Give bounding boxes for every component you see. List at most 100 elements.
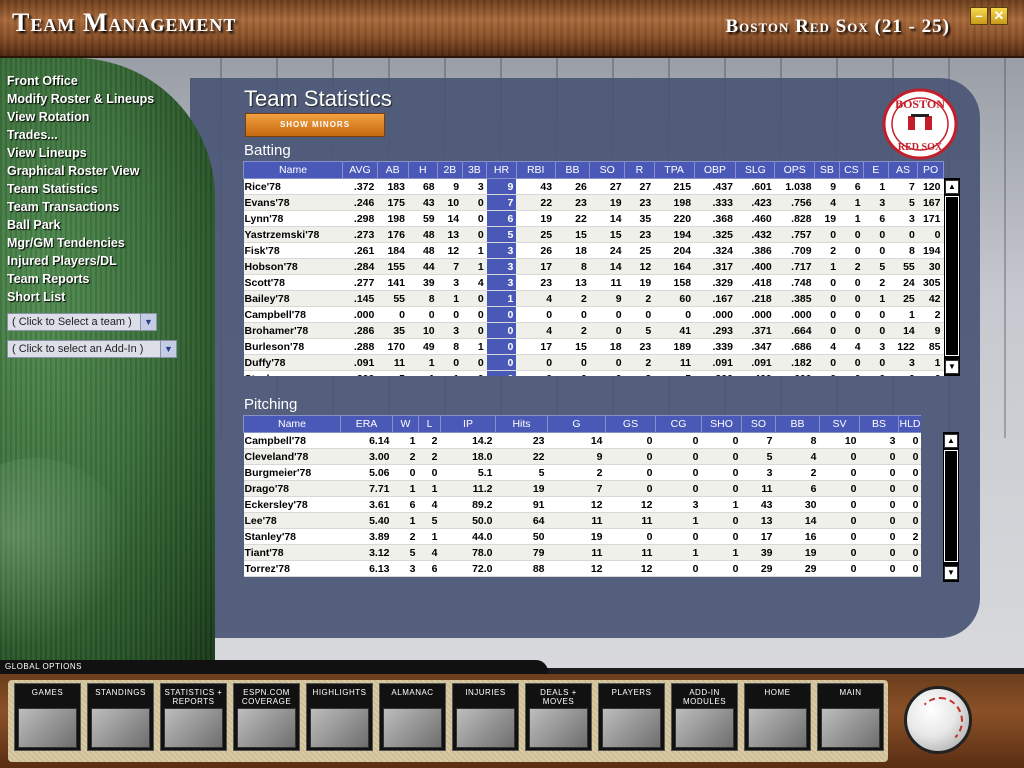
pitching-col-header[interactable]: SV xyxy=(819,415,860,433)
nav-button-highlights[interactable]: HIGHLIGHTS xyxy=(306,683,373,751)
nav-button-games[interactable]: GAMES xyxy=(14,683,81,751)
player-name-cell[interactable]: Lee'78 xyxy=(243,512,341,529)
scroll-thumb[interactable] xyxy=(944,450,958,562)
batting-col-header[interactable]: 2B xyxy=(437,161,463,179)
nav-button-statistics-reports[interactable]: STATISTICS + REPORTS xyxy=(160,683,227,751)
batting-col-header[interactable]: PO xyxy=(917,161,944,179)
pitching-col-header[interactable]: L xyxy=(418,415,441,433)
player-name-cell[interactable]: Burleson'78 xyxy=(243,338,343,355)
nav-button-add-in-modules[interactable]: ADD-IN MODULES xyxy=(671,683,738,751)
minimize-button[interactable]: – xyxy=(970,7,988,25)
table-row[interactable]: Campbell'78.000 0 0 0 0 0 0 0 0 0 0.000.000.000 0 0 0… xyxy=(243,306,944,323)
pitching-scrollbar[interactable]: ▲ ▼ xyxy=(943,432,959,582)
nav-button-injuries[interactable]: INJURIES xyxy=(452,683,519,751)
sidebar-item-mgr-gm-tendencies[interactable]: Mgr/GM Tendencies xyxy=(7,234,154,252)
pitching-col-header[interactable]: ERA xyxy=(340,415,393,433)
pitching-col-header[interactable]: BB xyxy=(775,415,820,433)
nav-button-home[interactable]: HOME xyxy=(744,683,811,751)
player-name-cell[interactable]: Eckersley'78 xyxy=(243,496,341,513)
scroll-thumb[interactable] xyxy=(945,196,959,356)
nav-button-espn-com-coverage[interactable]: ESPN.COM COVERAGE xyxy=(233,683,300,751)
chevron-down-icon[interactable]: ▼ xyxy=(160,341,176,357)
nav-button-main[interactable]: MAIN xyxy=(817,683,884,751)
batting-col-header[interactable]: RBI xyxy=(515,161,556,179)
table-row[interactable]: Lynn'78.298 198 59 14 0 6 19 22 14 35 220.368.460.… xyxy=(243,210,944,227)
pitching-col-header[interactable]: G xyxy=(547,415,606,433)
player-name-cell[interactable]: Lynn'78 xyxy=(243,210,343,227)
batting-col-header[interactable]: SO xyxy=(589,161,626,179)
player-name-cell[interactable]: Hobson'78 xyxy=(243,258,343,275)
pitching-col-header[interactable]: CG xyxy=(655,415,702,433)
chevron-down-icon[interactable]: ▼ xyxy=(140,314,156,330)
sidebar-item-team-transactions[interactable]: Team Transactions xyxy=(7,198,154,216)
player-name-cell[interactable]: Duffy'78 xyxy=(243,354,343,371)
pitching-col-header[interactable]: GS xyxy=(605,415,656,433)
batting-col-header[interactable]: OBP xyxy=(693,161,737,179)
batting-col-header[interactable]: CS xyxy=(838,161,865,179)
batting-col-header[interactable]: Name xyxy=(243,161,344,179)
scroll-down-icon[interactable]: ▼ xyxy=(944,566,958,580)
player-name-cell[interactable]: Campbell'78 xyxy=(243,306,343,323)
player-name-cell[interactable]: Evans'78 xyxy=(243,194,343,211)
table-row[interactable]: Fisk'78.261 184 48 12 1 3 26 18 24 25 204.324.386.… xyxy=(243,242,944,259)
sidebar-item-ball-park[interactable]: Ball Park xyxy=(7,216,154,234)
player-name-cell[interactable]: Scott'78 xyxy=(243,274,343,291)
player-name-cell[interactable]: Brohamer'78 xyxy=(243,322,343,339)
batting-col-header[interactable]: AS xyxy=(887,161,919,179)
pitching-col-header[interactable]: HLD xyxy=(898,415,921,433)
batting-col-header[interactable]: R xyxy=(624,161,655,179)
batting-col-header[interactable]: OPS xyxy=(774,161,816,179)
table-row[interactable]: Rice'78.372 183 68 9 3 9 43 26 27 27 215.437.601 1.… xyxy=(243,178,944,195)
table-row[interactable]: Tiant'78 3.12 5 4 78.0 79 11 11 1 1 39 19 0 0 0 xyxy=(243,544,921,561)
table-row[interactable]: Stanley'78 3.89 2 1 44.0 50 19 0 0 0 17 16 0 0 2 xyxy=(243,528,921,545)
scroll-up-icon[interactable]: ▲ xyxy=(945,180,959,194)
nav-button-almanac[interactable]: ALMANAC xyxy=(379,683,446,751)
batting-scrollbar[interactable]: ▲ ▼ xyxy=(944,178,960,376)
player-name-cell[interactable]: Campbell'78 xyxy=(243,432,341,449)
table-row[interactable]: Eckersley'78 3.61 6 4 89.2 91 12 12 3 1 43 30 0 0 0 xyxy=(243,496,921,513)
sidebar-item-modify-roster[interactable]: Modify Roster & Lineups xyxy=(7,90,154,108)
table-row[interactable]: Scott'78.277 141 39 3 4 3 23 13 11 19 158.329.418.… xyxy=(243,274,944,291)
table-row[interactable]: Cleveland'78 3.00 2 2 18.0 22 9 0 0 0 5 4 0 0 0 xyxy=(243,448,921,465)
baseball-icon[interactable] xyxy=(904,686,972,754)
sidebar-item-view-lineups[interactable]: View Lineups xyxy=(7,144,154,162)
sidebar-item-injured-players[interactable]: Injured Players/DL xyxy=(7,252,154,270)
sidebar-item-trades[interactable]: Trades... xyxy=(7,126,154,144)
player-name-cell[interactable]: Torrez'78 xyxy=(243,560,341,577)
table-row[interactable]: Drago'78 7.71 1 1 11.2 19 7 0 0 0 11 6 0 0 0 xyxy=(243,480,921,497)
table-row[interactable]: Campbell'78 6.14 1 2 14.2 23 14 0 0 0 7 8 10 3 0 xyxy=(243,432,921,449)
sidebar-item-team-statistics[interactable]: Team Statistics xyxy=(7,180,154,198)
batting-col-header[interactable]: AB xyxy=(376,161,409,179)
player-name-cell[interactable]: Stanley'78 xyxy=(243,528,341,545)
close-button[interactable]: ✕ xyxy=(990,7,1008,25)
batting-col-header[interactable]: AVG xyxy=(342,161,378,179)
sidebar-item-team-reports[interactable]: Team Reports xyxy=(7,270,154,288)
player-name-cell[interactable]: Drago'78 xyxy=(243,480,341,497)
table-row[interactable]: Hobson'78.284 155 44 7 1 3 17 8 14 12 164.317.400.… xyxy=(243,258,944,275)
player-name-cell[interactable]: Burgmeier'78 xyxy=(243,464,341,481)
sidebar-item-graphical-roster[interactable]: Graphical Roster View xyxy=(7,162,154,180)
table-row[interactable]: Evans'78.246 175 43 10 0 7 22 23 19 23 198.333.423… xyxy=(243,194,944,211)
table-row[interactable]: Torrez'78 6.13 3 6 72.0 88 12 12 0 0 29 29 0 0 0 xyxy=(243,560,921,577)
batting-col-header[interactable]: BB xyxy=(554,161,591,179)
batting-col-header[interactable]: H xyxy=(407,161,439,179)
table-row[interactable]: Yastrzemski'78.273 176 48 13 0 5 25 15 15 23 194.3… xyxy=(243,226,944,243)
show-minors-button[interactable]: SHOW MINORS xyxy=(245,113,385,137)
batting-col-header[interactable]: SB xyxy=(814,161,840,179)
table-row[interactable]: Brohamer'78.286 35 10 3 0 0 4 2 0 5 41.293.371.664… xyxy=(243,322,944,339)
scroll-up-icon[interactable]: ▲ xyxy=(944,434,958,448)
nav-button-players[interactable]: PLAYERS xyxy=(598,683,665,751)
pitching-col-header[interactable]: IP xyxy=(440,415,496,433)
scroll-down-icon[interactable]: ▼ xyxy=(945,360,959,374)
batting-col-header[interactable]: SLG xyxy=(735,161,776,179)
pitching-col-header[interactable]: Hits xyxy=(495,415,548,433)
pitching-col-header[interactable]: SO xyxy=(741,415,776,433)
batting-col-header[interactable]: E xyxy=(863,161,889,179)
batting-col-header[interactable]: 3B xyxy=(461,161,488,179)
pitching-col-header[interactable]: BS xyxy=(859,415,899,433)
table-row[interactable]: Burleson'78.288 170 49 8 1 0 17 15 18 23 189.339.3… xyxy=(243,338,944,355)
sidebar-item-short-list[interactable]: Short List xyxy=(7,288,154,306)
batting-col-header[interactable]: TPA xyxy=(653,161,695,179)
table-row[interactable]: Steele.2005110000035.200.400.60000006 xyxy=(243,370,944,376)
team-select-dropdown[interactable]: ( Click to Select a team ) ▼ xyxy=(7,313,157,331)
